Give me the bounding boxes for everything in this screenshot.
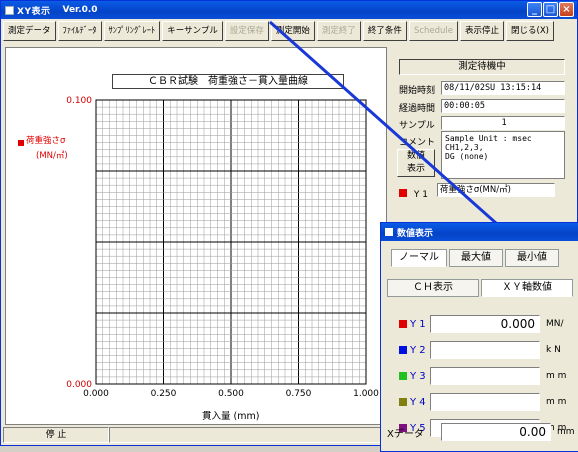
value-row: Y 1 0.000 MN/	[399, 315, 564, 333]
value-row: Y 3 m m	[399, 367, 566, 385]
dialog-title: 数値表示	[397, 228, 434, 239]
value-row: Y 2 k N	[399, 341, 561, 359]
view-tab-1[interactable]: ＸＹ軸数値	[481, 279, 573, 297]
x-data-value: 0.00	[441, 423, 551, 441]
row-swatch	[399, 398, 407, 406]
row-unit: m m	[546, 371, 567, 381]
mode-tab-2[interactable]: 最小値	[505, 249, 559, 267]
numeric-display-dialog: 数値表示 ノーマル 最大値 最小値 ＣＨ表示 ＸＹ軸数値 Y 1 0.000 MN/Y 2…	[380, 222, 578, 452]
row-unit: MN/	[546, 319, 564, 329]
x-data-unit: mm	[557, 427, 575, 437]
row-value	[430, 393, 540, 411]
row-swatch	[399, 320, 407, 328]
view-tab-0[interactable]: ＣＨ表示	[387, 279, 479, 297]
dialog-title-bar[interactable]: 数値表示	[381, 223, 578, 241]
row-swatch	[399, 346, 407, 354]
row-unit: k N	[546, 345, 561, 355]
x-data-row: Xデータ 0.00 mm	[385, 423, 575, 441]
value-row: Y 4 m m	[399, 393, 566, 411]
row-value	[430, 367, 540, 385]
row-swatch	[399, 372, 407, 380]
row-unit: m m	[546, 397, 567, 407]
x-data-label: Xデータ	[387, 428, 424, 440]
mode-tab-0[interactable]: ノーマル	[391, 249, 447, 267]
dialog-icon	[385, 228, 393, 236]
row-label: Y 4	[410, 396, 426, 408]
row-label: Y 3	[410, 370, 426, 382]
row-label: Y 2	[410, 344, 426, 356]
mode-tab-1[interactable]: 最大値	[449, 249, 503, 267]
mode-tabs: ノーマル 最大値 最小値	[391, 249, 561, 267]
row-label: Y 1	[410, 318, 426, 330]
view-tabs: ＣＨ表示 ＸＹ軸数値	[387, 279, 575, 297]
row-value	[430, 341, 540, 359]
row-value: 0.000	[430, 315, 540, 333]
